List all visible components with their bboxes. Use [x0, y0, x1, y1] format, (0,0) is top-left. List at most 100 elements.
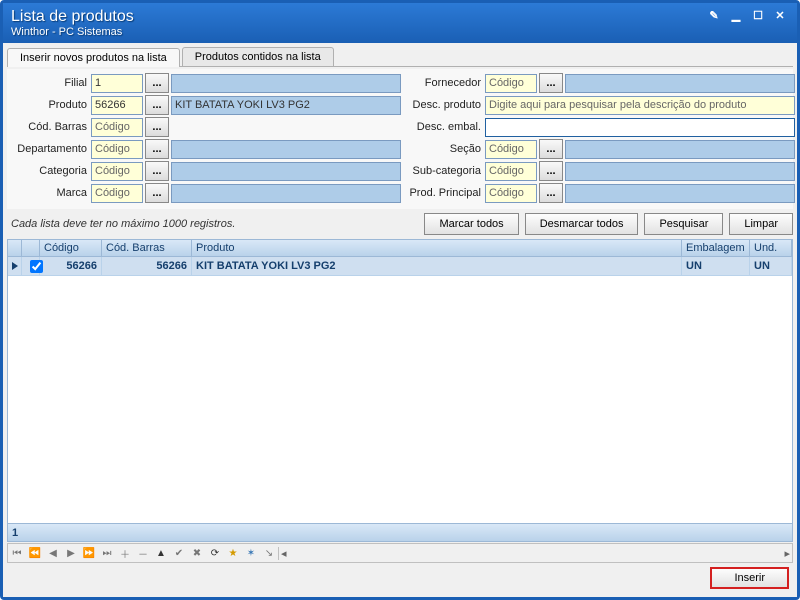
window-subtitle: Winthor - PC Sistemas — [11, 26, 134, 39]
label-categoria: Categoria — [11, 165, 91, 177]
desc-produto-input[interactable] — [485, 96, 795, 115]
minimize-icon[interactable]: ▁ — [727, 7, 745, 23]
cod-barras-input[interactable] — [91, 118, 143, 137]
label-cod-barras: Cód. Barras — [11, 121, 91, 133]
cell-codigo: 56266 — [40, 257, 102, 275]
produto-lookup-button[interactable]: ... — [145, 95, 169, 115]
scroll-left-icon[interactable]: ◂ — [281, 547, 287, 560]
filial-desc-input[interactable] — [171, 74, 401, 93]
nav-delete-icon[interactable]: － — [134, 544, 152, 562]
prod-principal-lookup-button[interactable]: ... — [539, 183, 563, 203]
nav-cancel-icon[interactable]: ✖ — [188, 544, 206, 562]
nav-insert-icon[interactable]: ＋ — [116, 544, 134, 562]
marca-desc-input[interactable] — [171, 184, 401, 203]
col-cod-barras[interactable]: Cód. Barras — [102, 240, 192, 256]
label-marca: Marca — [11, 187, 91, 199]
fornecedor-desc-input[interactable] — [565, 74, 795, 93]
window-title: Lista de produtos — [11, 7, 134, 26]
label-departamento: Departamento — [11, 143, 91, 155]
categoria-desc-input[interactable] — [171, 162, 401, 181]
col-checkbox — [22, 240, 40, 256]
marca-lookup-button[interactable]: ... — [145, 183, 169, 203]
tab-produtos-contidos[interactable]: Produtos contidos na lista — [182, 47, 334, 66]
nav-bookmark-icon[interactable]: ★ — [224, 544, 242, 562]
label-filial: Filial — [11, 77, 91, 89]
label-desc-embal: Desc. embal. — [405, 121, 485, 133]
marcar-todos-button[interactable]: Marcar todos — [424, 213, 518, 235]
col-indicator — [8, 240, 22, 256]
grid-body: 56266 56266 KIT BATATA YOKI LV3 PG2 UN U… — [8, 257, 792, 523]
col-produto[interactable]: Produto — [192, 240, 682, 256]
row-checkbox[interactable] — [22, 257, 40, 275]
col-und[interactable]: Und. — [750, 240, 792, 256]
cod-barras-lookup-button[interactable]: ... — [145, 117, 169, 137]
table-row[interactable]: 56266 56266 KIT BATATA YOKI LV3 PG2 UN U… — [8, 257, 792, 276]
scroll-right-icon[interactable]: ▸ — [784, 547, 790, 560]
close-icon[interactable]: ✕ — [771, 7, 789, 23]
departamento-code-input[interactable] — [91, 140, 143, 159]
nav-post-icon[interactable]: ✔ — [170, 544, 188, 562]
record-navigator: ⏮ ⏪ ◀ ▶ ⏩ ⏭ ＋ － ▲ ✔ ✖ ⟳ ★ ✶ ↘ ◂ ▸ — [7, 543, 793, 563]
edit-icon[interactable]: ✎ — [705, 7, 723, 23]
inserir-button[interactable]: Inserir — [710, 567, 789, 589]
categoria-code-input[interactable] — [91, 162, 143, 181]
prod-principal-desc-input[interactable] — [565, 184, 795, 203]
nav-prev-page-icon[interactable]: ⏪ — [26, 544, 44, 562]
nav-prev-icon[interactable]: ◀ — [44, 544, 62, 562]
tab-inserir-novos[interactable]: Inserir novos produtos na lista — [7, 48, 180, 67]
departamento-lookup-button[interactable]: ... — [145, 139, 169, 159]
cell-cod-barras: 56266 — [102, 257, 192, 275]
maximize-icon[interactable]: ☐ — [749, 7, 767, 23]
departamento-desc-input[interactable] — [171, 140, 401, 159]
record-count: 1 — [12, 527, 18, 539]
label-desc-produto: Desc. produto — [405, 99, 485, 111]
produto-desc-input[interactable] — [171, 96, 401, 115]
row-indicator-icon — [8, 257, 22, 275]
marca-code-input[interactable] — [91, 184, 143, 203]
sub-categoria-code-input[interactable] — [485, 162, 537, 181]
label-secao: Seção — [405, 143, 485, 155]
filial-code-input[interactable] — [91, 74, 143, 93]
pesquisar-button[interactable]: Pesquisar — [644, 213, 723, 235]
prod-principal-code-input[interactable] — [485, 184, 537, 203]
desc-embal-input[interactable] — [485, 118, 795, 137]
nav-next-icon[interactable]: ▶ — [62, 544, 80, 562]
secao-desc-input[interactable] — [565, 140, 795, 159]
sub-categoria-desc-input[interactable] — [565, 162, 795, 181]
cell-und: UN — [750, 257, 792, 275]
col-embalagem[interactable]: Embalagem — [682, 240, 750, 256]
label-fornecedor: Fornecedor — [405, 77, 485, 89]
bottom-bar: Inserir — [7, 563, 793, 593]
filial-lookup-button[interactable]: ... — [145, 73, 169, 93]
cell-produto: KIT BATATA YOKI LV3 PG2 — [192, 257, 682, 275]
product-grid: Código Cód. Barras Produto Embalagem Und… — [7, 239, 793, 542]
hint-row: Cada lista deve ter no máximo 1000 regis… — [7, 213, 793, 235]
horizontal-scrollbar[interactable]: ◂ ▸ — [278, 547, 792, 560]
cell-embalagem: UN — [682, 257, 750, 275]
window-controls: ✎ ▁ ☐ ✕ — [705, 7, 789, 23]
desmarcar-todos-button[interactable]: Desmarcar todos — [525, 213, 639, 235]
fornecedor-lookup-button[interactable]: ... — [539, 73, 563, 93]
hint-text: Cada lista deve ter no máximo 1000 regis… — [7, 218, 235, 230]
nav-first-icon[interactable]: ⏮ — [8, 544, 26, 562]
secao-lookup-button[interactable]: ... — [539, 139, 563, 159]
sub-categoria-lookup-button[interactable]: ... — [539, 161, 563, 181]
label-sub-categoria: Sub-categoria — [405, 165, 485, 177]
nav-next-page-icon[interactable]: ⏩ — [80, 544, 98, 562]
grid-header: Código Cód. Barras Produto Embalagem Und… — [8, 240, 792, 257]
fornecedor-code-input[interactable] — [485, 74, 537, 93]
nav-filter-icon[interactable]: ✶ — [242, 544, 260, 562]
titlebar: Lista de produtos Winthor - PC Sistemas … — [3, 3, 797, 43]
grid-footer: 1 — [8, 523, 792, 541]
categoria-lookup-button[interactable]: ... — [145, 161, 169, 181]
secao-code-input[interactable] — [485, 140, 537, 159]
form-pane: Filial ... Produto ... Cód. Barras ... — [7, 69, 793, 209]
nav-refresh-icon[interactable]: ⟳ — [206, 544, 224, 562]
nav-last-icon[interactable]: ⏭ — [98, 544, 116, 562]
nav-goto-icon[interactable]: ↘ — [260, 544, 278, 562]
tab-row: Inserir novos produtos na lista Produtos… — [7, 47, 793, 67]
nav-edit-icon[interactable]: ▲ — [152, 544, 170, 562]
col-codigo[interactable]: Código — [40, 240, 102, 256]
limpar-button[interactable]: Limpar — [729, 213, 793, 235]
produto-code-input[interactable] — [91, 96, 143, 115]
